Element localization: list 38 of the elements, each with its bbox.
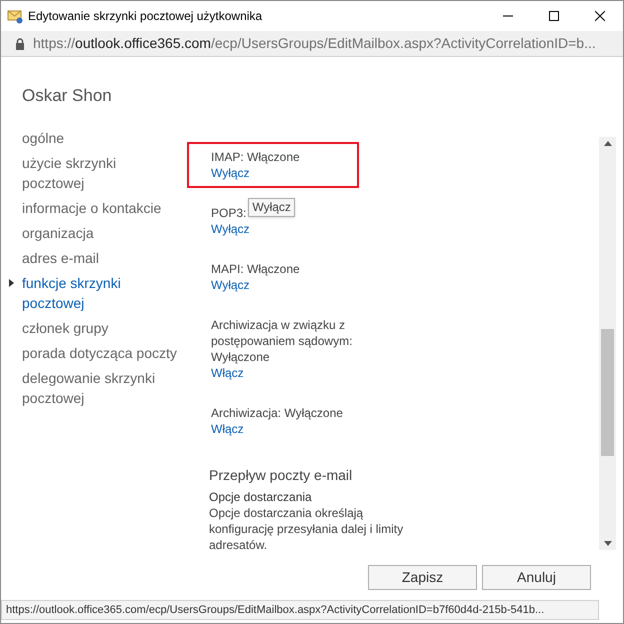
address-bar[interactable]: https://outlook.office365.com/ecp/UsersGroups/EditMailbox.aspx?ActivityCorrelationID=b...: [1, 31, 623, 57]
envelope-icon: [7, 8, 23, 24]
toggle-link[interactable]: Włącz: [211, 365, 244, 381]
window-title: Edytowanie skrzynki pocztowej użytkownika: [28, 8, 262, 25]
tooltip: Wyłącz: [248, 198, 295, 217]
nav-item[interactable]: informacje o kontakcie: [22, 198, 162, 218]
maximize-icon: [549, 11, 559, 21]
nav-item[interactable]: porada dotycząca poczty: [22, 343, 177, 363]
scrollbar[interactable]: [599, 137, 616, 550]
nav-item[interactable]: ogólne: [22, 128, 64, 148]
section-description: Opcje dostarczania określają konfigurację przesyłania dalej i limity adresatów.: [209, 505, 404, 550]
toggle-link[interactable]: Wyłącz: [211, 277, 250, 293]
feature-status: Archiwizacja: Wyłączone: [211, 405, 343, 421]
url-text: https://outlook.office365.com/ecp/UsersGroups/EditMailbox.aspx?ActivityCorrelationID=b...: [33, 34, 596, 53]
nav-item[interactable]: adres e-mail: [22, 248, 100, 268]
lock-icon: [15, 38, 25, 50]
feature-status: POP3:: [211, 205, 246, 221]
toggle-link[interactable]: Włącz: [211, 421, 244, 437]
feature-status: Archiwizacja w związku z postępowaniem sądowym: Wyłączone: [211, 317, 353, 365]
section-subtitle: Opcje dostarczania: [209, 489, 312, 505]
dialog-button[interactable]: Zapisz: [368, 565, 477, 590]
section-heading: Przepływ poczty e-mail: [209, 466, 352, 485]
selected-arrow-icon: [9, 279, 14, 287]
feature-status: IMAP: Włączone: [211, 149, 300, 165]
scroll-up-icon[interactable]: [604, 141, 612, 146]
dialog-button[interactable]: Anuluj: [482, 565, 591, 590]
status-bar: https://outlook.office365.com/ecp/UsersGroups/EditMailbox.aspx?ActivityCorrelationID=b7f60d4d-215b-541b...: [1, 600, 599, 620]
scrollbar-thumb[interactable]: [601, 329, 614, 456]
nav-item[interactable]: organizacja: [22, 223, 94, 243]
toggle-link[interactable]: Wyłącz: [211, 165, 250, 181]
nav-item[interactable]: funkcje skrzynki pocztowej: [22, 273, 179, 313]
close-icon: [595, 11, 605, 21]
user-name-heading: Oskar Shon: [22, 85, 112, 107]
nav-item[interactable]: delegowanie skrzynki pocztowej: [22, 368, 179, 408]
toggle-link[interactable]: Wyłącz: [211, 221, 250, 237]
feature-status: MAPI: Włączone: [211, 261, 300, 277]
scroll-down-icon[interactable]: [604, 541, 612, 546]
nav-item[interactable]: członek grupy: [22, 318, 108, 338]
